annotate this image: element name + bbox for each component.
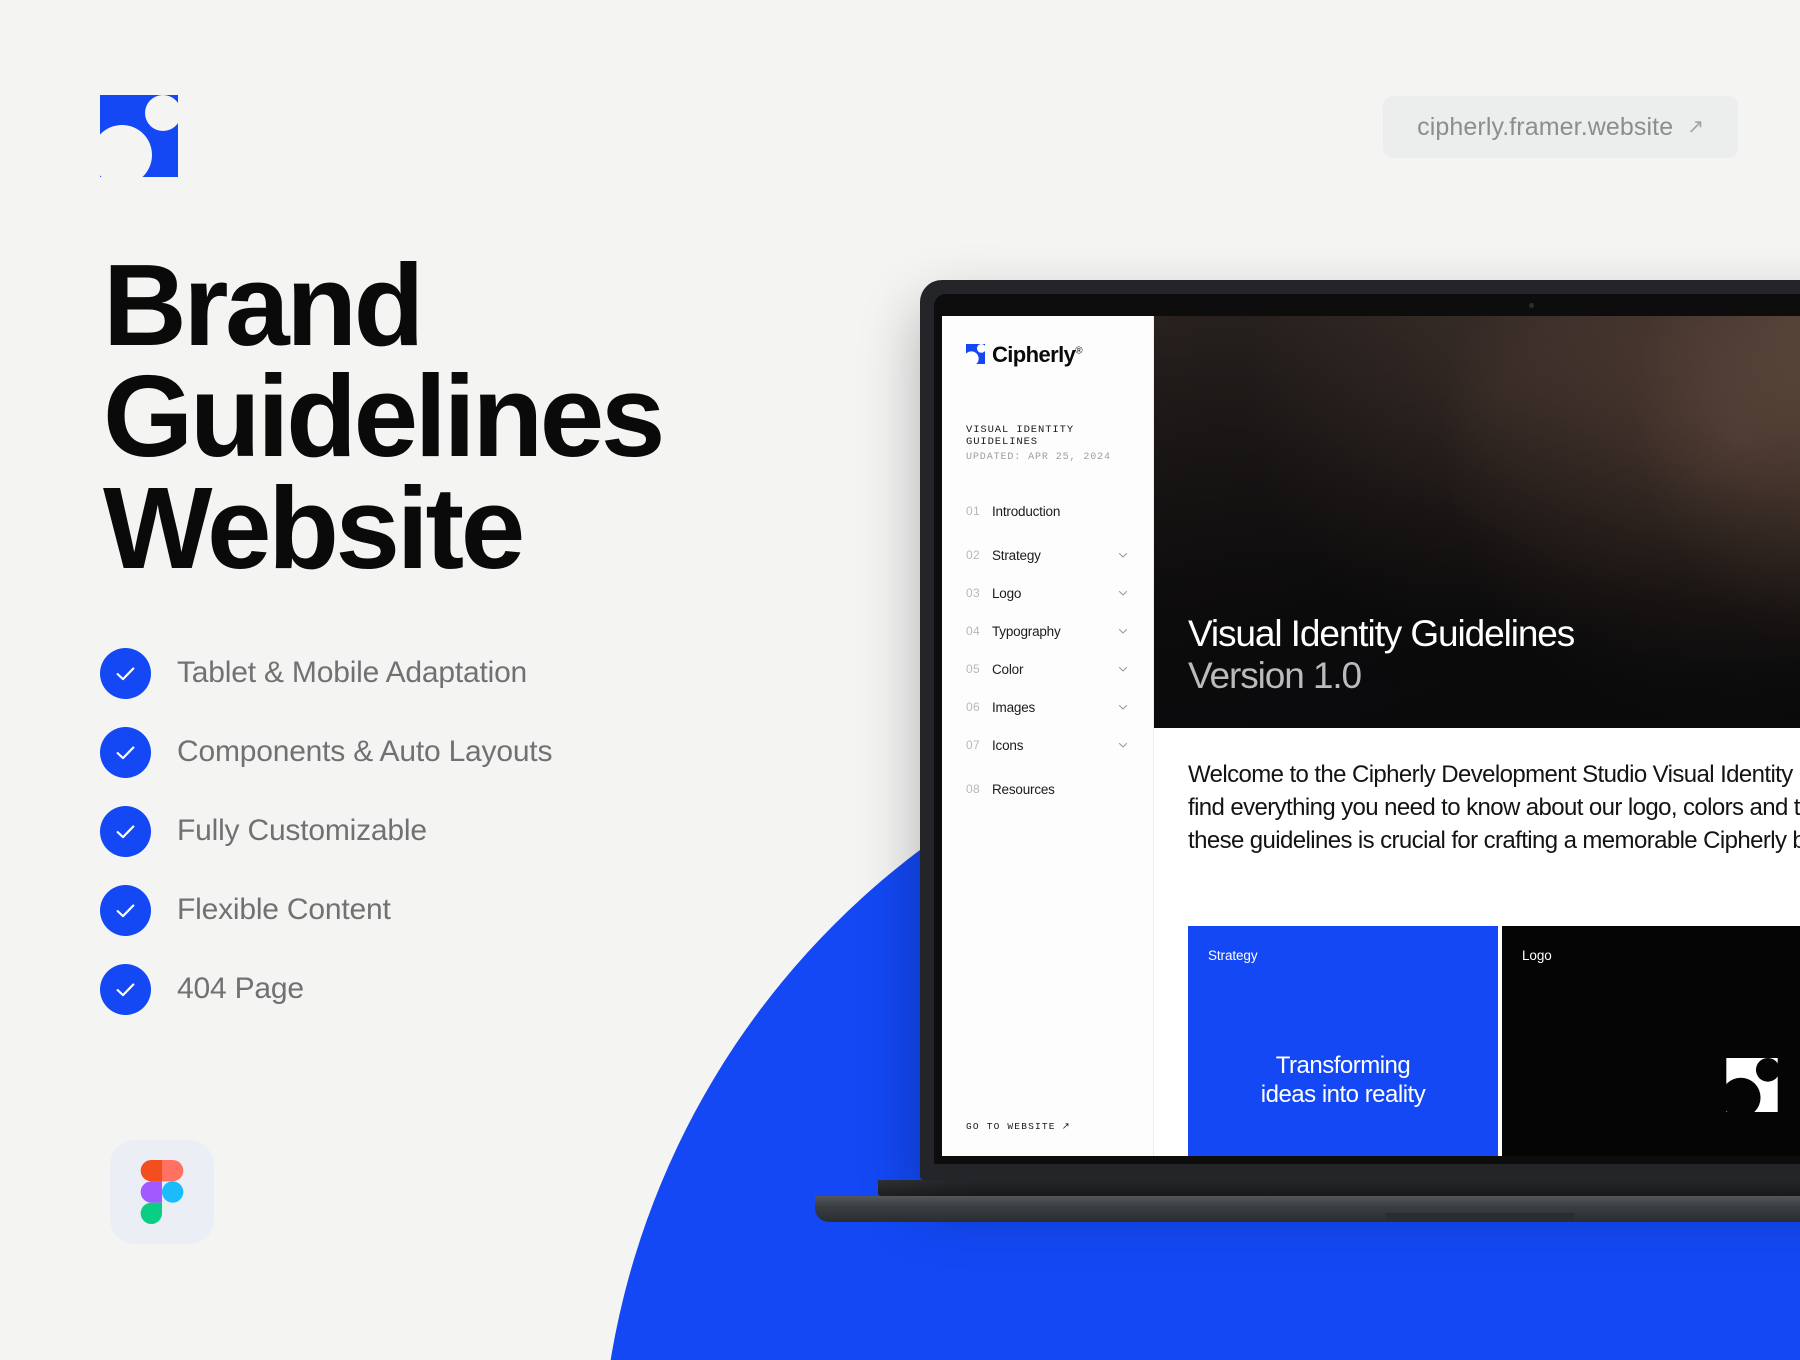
sidebar-meta-updated: UPDATED: APR 25, 2024 <box>966 452 1111 463</box>
chevron-down-icon[interactable] <box>1117 701 1129 713</box>
site-main: Visual Identity Guidelines Version 1.0 W… <box>1154 316 1800 1156</box>
chevron-down-icon[interactable] <box>1117 739 1129 751</box>
nav-number: 04 <box>966 624 980 638</box>
sidebar-item-color[interactable]: 05 Color <box>966 655 1129 683</box>
feature-list: Tablet & Mobile Adaptation Components & … <box>100 647 553 1043</box>
check-icon <box>100 726 151 778</box>
nav-label: Strategy <box>992 547 1041 563</box>
sidebar-item-typography[interactable]: 04 Typography <box>966 617 1129 645</box>
card-logo[interactable]: Logo <box>1502 926 1800 1156</box>
website-url-text: cipherly.framer.website <box>1417 112 1674 141</box>
intro-paragraph: Welcome to the Cipherly Development Stud… <box>1188 761 1800 855</box>
nav-number: 02 <box>966 548 980 562</box>
arrow-up-right-icon: ↗ <box>1061 1121 1071 1132</box>
card-strategy[interactable]: Strategy Transforming ideas into reality <box>1188 926 1498 1156</box>
card-headline: Transforming ideas into reality <box>1260 1052 1426 1109</box>
sidebar-meta-title: VISUAL IDENTITY GUIDELINES <box>966 424 1075 448</box>
cipherly-logo-mark-icon <box>1726 1058 1778 1112</box>
website-url-badge[interactable]: cipherly.framer.website ↗ <box>1383 96 1738 158</box>
hero-text: Visual Identity Guidelines Version 1.0 <box>1188 613 1575 696</box>
list-item: Fully Customizable <box>100 805 552 857</box>
sidebar-meta: VISUAL IDENTITY GUIDELINES UPDATED: APR … <box>942 424 1153 463</box>
feature-label: Flexible Content <box>177 893 391 926</box>
card-label: Logo <box>1522 948 1552 963</box>
sidebar-item-images[interactable]: 06 Images <box>966 693 1129 721</box>
chevron-down-icon[interactable] <box>1117 625 1129 637</box>
nav-label: Images <box>992 699 1036 715</box>
nav-number: 05 <box>966 662 980 676</box>
figma-icon <box>140 1160 184 1224</box>
page-title-line-1: Brand <box>103 240 425 370</box>
check-icon <box>100 805 151 857</box>
site-sidebar: Cipherly® VISUAL IDENTITY GUIDELINES UPD… <box>942 316 1154 1156</box>
cipherly-logo-mark-icon <box>966 344 985 364</box>
registered-mark: ® <box>1075 345 1083 357</box>
list-item: Components & Auto Layouts <box>100 726 553 778</box>
chevron-down-icon[interactable] <box>1117 663 1129 675</box>
nav-number: 01 <box>966 504 980 518</box>
page-title-line-3: Website <box>103 462 525 593</box>
site-brand[interactable]: Cipherly® <box>942 342 1153 368</box>
go-to-website-label: GO TO WEBSITE <box>966 1121 1056 1132</box>
sidebar-item-strategy[interactable]: 02 Strategy <box>966 541 1129 569</box>
nav-number: 03 <box>966 586 980 600</box>
laptop-base <box>815 1196 1800 1222</box>
sidebar-item-icons[interactable]: 07 Icons <box>966 731 1129 759</box>
hero-subtitle: Version 1.0 <box>1188 654 1362 696</box>
laptop-lid: Cipherly® VISUAL IDENTITY GUIDELINES UPD… <box>920 280 1800 1180</box>
chevron-down-icon[interactable] <box>1117 549 1129 561</box>
nav-label: Icons <box>992 737 1024 753</box>
arrow-up-right-icon: ↗ <box>1687 116 1704 138</box>
laptop-screen: Cipherly® VISUAL IDENTITY GUIDELINES UPD… <box>942 316 1800 1156</box>
nav-label: Introduction <box>992 503 1061 519</box>
site-brand-name: Cipherly® <box>992 342 1083 367</box>
sidebar-nav: 01 Introduction 02 Strategy 03 Logo 04 T… <box>942 497 1153 1121</box>
sidebar-item-resources[interactable]: 08 Resources <box>966 775 1129 803</box>
check-icon <box>100 963 151 1015</box>
cipherly-logo-mark-icon <box>100 95 178 177</box>
nav-label: Resources <box>992 781 1055 797</box>
nav-number: 06 <box>966 700 980 714</box>
nav-number: 08 <box>966 782 980 796</box>
list-item: 404 Page <box>100 963 552 1015</box>
hero-section: Visual Identity Guidelines Version 1.0 <box>1154 316 1800 728</box>
feature-label: Fully Customizable <box>177 814 427 847</box>
page-title-line-2: Guidelines <box>103 351 665 482</box>
card-label: Strategy <box>1208 948 1258 963</box>
sidebar-item-introduction[interactable]: 01 Introduction <box>966 497 1129 525</box>
nav-label: Logo <box>992 585 1022 601</box>
figma-badge[interactable] <box>110 1140 214 1244</box>
feature-label: Tablet & Mobile Adaptation <box>177 656 528 689</box>
check-icon <box>100 647 151 699</box>
nav-label: Color <box>992 661 1024 677</box>
sidebar-item-logo[interactable]: 03 Logo <box>966 579 1129 607</box>
feature-label: 404 Page <box>177 972 304 1005</box>
hero-title: Visual Identity Guidelines <box>1188 613 1575 655</box>
sidebar-footer: GO TO WEBSITE ↗ <box>942 1121 1153 1132</box>
list-item: Flexible Content <box>100 884 552 936</box>
laptop-notch <box>1396 294 1564 316</box>
check-icon <box>100 884 151 936</box>
laptop-hinge <box>878 1180 1800 1196</box>
list-item: Tablet & Mobile Adaptation <box>100 647 552 699</box>
section-cards: Strategy Transforming ideas into reality… <box>1188 926 1800 1156</box>
go-to-website-link[interactable]: GO TO WEBSITE ↗ <box>966 1121 1129 1132</box>
nav-number: 07 <box>966 738 980 752</box>
chevron-down-icon[interactable] <box>1117 587 1129 599</box>
feature-label: Components & Auto Layouts <box>177 735 553 768</box>
page-title: Brand Guidelines Website <box>103 240 665 593</box>
laptop-bezel: Cipherly® VISUAL IDENTITY GUIDELINES UPD… <box>934 294 1800 1164</box>
laptop-mockup: Cipherly® VISUAL IDENTITY GUIDELINES UPD… <box>815 280 1800 1222</box>
nav-label: Typography <box>992 623 1061 639</box>
